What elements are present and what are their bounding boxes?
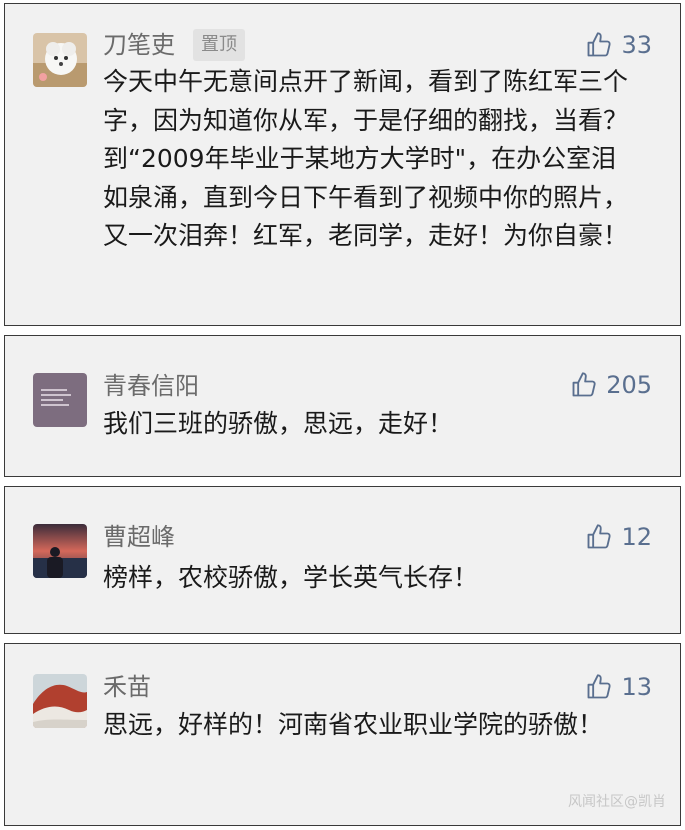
comment-text: 今天中午无意间点开了新闻，看到了陈红军三个字，因为知道你从军，于是仔细的翻找，当…	[103, 67, 629, 250]
avatar[interactable]	[33, 674, 87, 728]
comment-card: 禾苗 13 思远，好样的！河南省农业职业学院的骄傲！ 风闻社区@凯肖	[4, 643, 681, 826]
sunset-avatar-image	[33, 524, 87, 578]
comment-author[interactable]: 曹超峰	[103, 522, 175, 552]
like-count: 33	[621, 31, 652, 59]
comment-card: 青春信阳 205 我们三班的骄傲，思远，走好！	[4, 335, 681, 477]
like-button[interactable]: 13	[585, 670, 652, 704]
comment-text: 我们三班的骄傲，思远，走好！	[103, 409, 454, 438]
avatar[interactable]	[33, 524, 87, 578]
comment-author[interactable]: 禾苗	[103, 672, 151, 702]
thumbs-up-icon	[588, 32, 612, 57]
landscape-avatar-image	[33, 674, 87, 728]
like-count: 205	[606, 371, 652, 399]
pinned-badge: 置顶	[193, 29, 245, 61]
like-button[interactable]: 205	[570, 368, 652, 402]
avatar[interactable]	[33, 373, 87, 427]
comment-author[interactable]: 刀笔吏	[103, 30, 175, 60]
comment-text: 榜样，农校骄傲，学长英气长存！	[103, 563, 479, 592]
comment-card: 曹超峰 12 榜样，农校骄傲，学长英气长存！	[4, 486, 681, 634]
puppy-avatar-image	[33, 33, 87, 87]
thumbs-up-icon	[588, 674, 612, 699]
like-button[interactable]: 33	[585, 28, 652, 62]
comment-card: 刀笔吏 置顶 33 今天中午无意间点开了新闻，看到了陈红军三个字，因为知道你从军…	[4, 3, 681, 326]
thumbs-up-icon	[588, 524, 612, 549]
like-button[interactable]: 12	[585, 520, 652, 554]
watermark: 风闻社区@凯肖	[568, 794, 666, 810]
like-count: 12	[621, 523, 652, 551]
comment-text: 思远，好样的！河南省农业职业学院的骄傲！	[103, 710, 604, 739]
like-count: 13	[621, 673, 652, 701]
purple-text-avatar-image	[33, 373, 87, 427]
comment-author[interactable]: 青春信阳	[103, 371, 199, 401]
avatar[interactable]	[33, 33, 87, 87]
thumbs-up-icon	[572, 372, 596, 397]
